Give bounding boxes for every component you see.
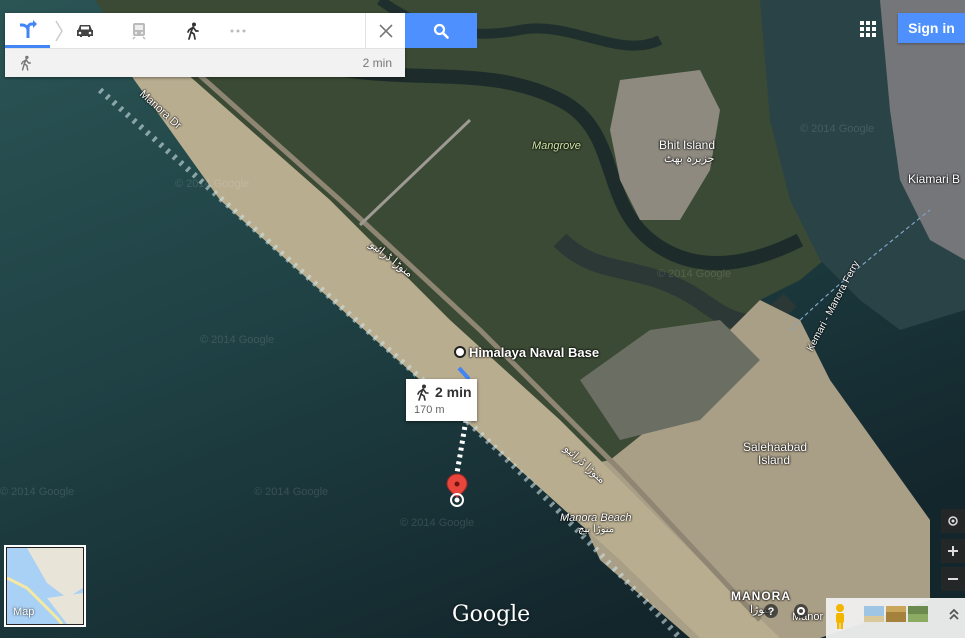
origin-label[interactable]: Himalaya Naval Base [469, 345, 599, 360]
minus-icon [948, 578, 958, 580]
chevron-right-icon [55, 20, 63, 42]
close-button[interactable] [365, 13, 405, 48]
place-label-kiamari: Kiamari B [908, 172, 961, 186]
more-icon [230, 29, 246, 32]
map-watermark: © 2014 Google [254, 486, 329, 498]
place-label-manora-beach: Manora Beach [560, 512, 632, 524]
travel-mode-bar [5, 13, 405, 49]
walking-icon [20, 55, 32, 71]
place-label-bhit-island-urdu: جزیرہ بھٹ [664, 153, 715, 165]
minimap-label: Map [13, 606, 35, 618]
google-logo: Google [452, 602, 531, 627]
my-location-button[interactable] [941, 509, 965, 533]
map-watermark: © 2014 Google [400, 517, 475, 529]
walking-icon [187, 22, 199, 40]
map-watermark: © 2014 Google [0, 486, 75, 498]
route-summary-time: 2 min [362, 56, 392, 70]
bottom-toolbar [826, 598, 965, 638]
apps-grid-icon [860, 21, 876, 37]
zoom-out-button[interactable] [941, 567, 965, 591]
expand-up-icon[interactable] [948, 606, 960, 622]
imagery-thumb-icon[interactable] [908, 606, 928, 622]
location-icon [948, 516, 958, 526]
route-summary-row[interactable]: 2 min [5, 49, 405, 77]
mode-walking-button[interactable] [173, 13, 213, 48]
mode-driving-button[interactable] [65, 13, 105, 48]
mode-directions-button[interactable] [5, 13, 50, 48]
plus-icon [948, 546, 958, 556]
map-watermark: © 2014 Google [200, 334, 275, 346]
mode-transit-button[interactable] [119, 13, 159, 48]
map-watermark: © 2014 Google [657, 268, 732, 280]
imagery-thumb-icon[interactable] [864, 606, 884, 622]
apps-button[interactable] [856, 17, 880, 41]
svg-text:?: ? [768, 606, 775, 618]
train-icon [132, 22, 146, 40]
map-watermark: © 2014 Google [175, 178, 250, 190]
place-label-salehaabad-island: Island [758, 453, 791, 467]
pegman-icon[interactable] [832, 603, 848, 631]
search-icon [433, 23, 449, 39]
walking-icon [417, 384, 429, 401]
origin-marker [454, 346, 466, 358]
mode-more-button[interactable] [218, 13, 258, 48]
sign-in-button[interactable]: Sign in [898, 13, 965, 43]
place-label-manora: MANORA [731, 589, 791, 603]
car-icon [77, 24, 93, 37]
route-time: 2 min [435, 384, 472, 400]
place-label-mangrove: Mangrove [532, 140, 581, 152]
place-label-salehaabad: Salehaabad [743, 440, 808, 454]
close-icon [378, 23, 393, 38]
help-icon[interactable]: ? [763, 603, 779, 619]
map-type-toggle[interactable]: Map [6, 547, 84, 625]
directions-panel: 2 min [5, 13, 405, 77]
imagery-thumb-icon[interactable] [886, 606, 906, 622]
map-watermark: © 2014 Google [800, 123, 875, 135]
zoom-in-button[interactable] [941, 539, 965, 563]
place-label-manora-beach-urdu: منوڑا بیچ [578, 524, 615, 535]
search-button[interactable] [405, 13, 477, 48]
settings-gear-icon[interactable] [793, 603, 809, 619]
place-label-bhit-island: Bhit Island [659, 138, 716, 152]
route-distance: 170 m [414, 404, 445, 416]
destination-dot [454, 481, 460, 487]
route-info-box[interactable]: 2 min 170 m [406, 379, 477, 421]
directions-icon [19, 20, 37, 38]
